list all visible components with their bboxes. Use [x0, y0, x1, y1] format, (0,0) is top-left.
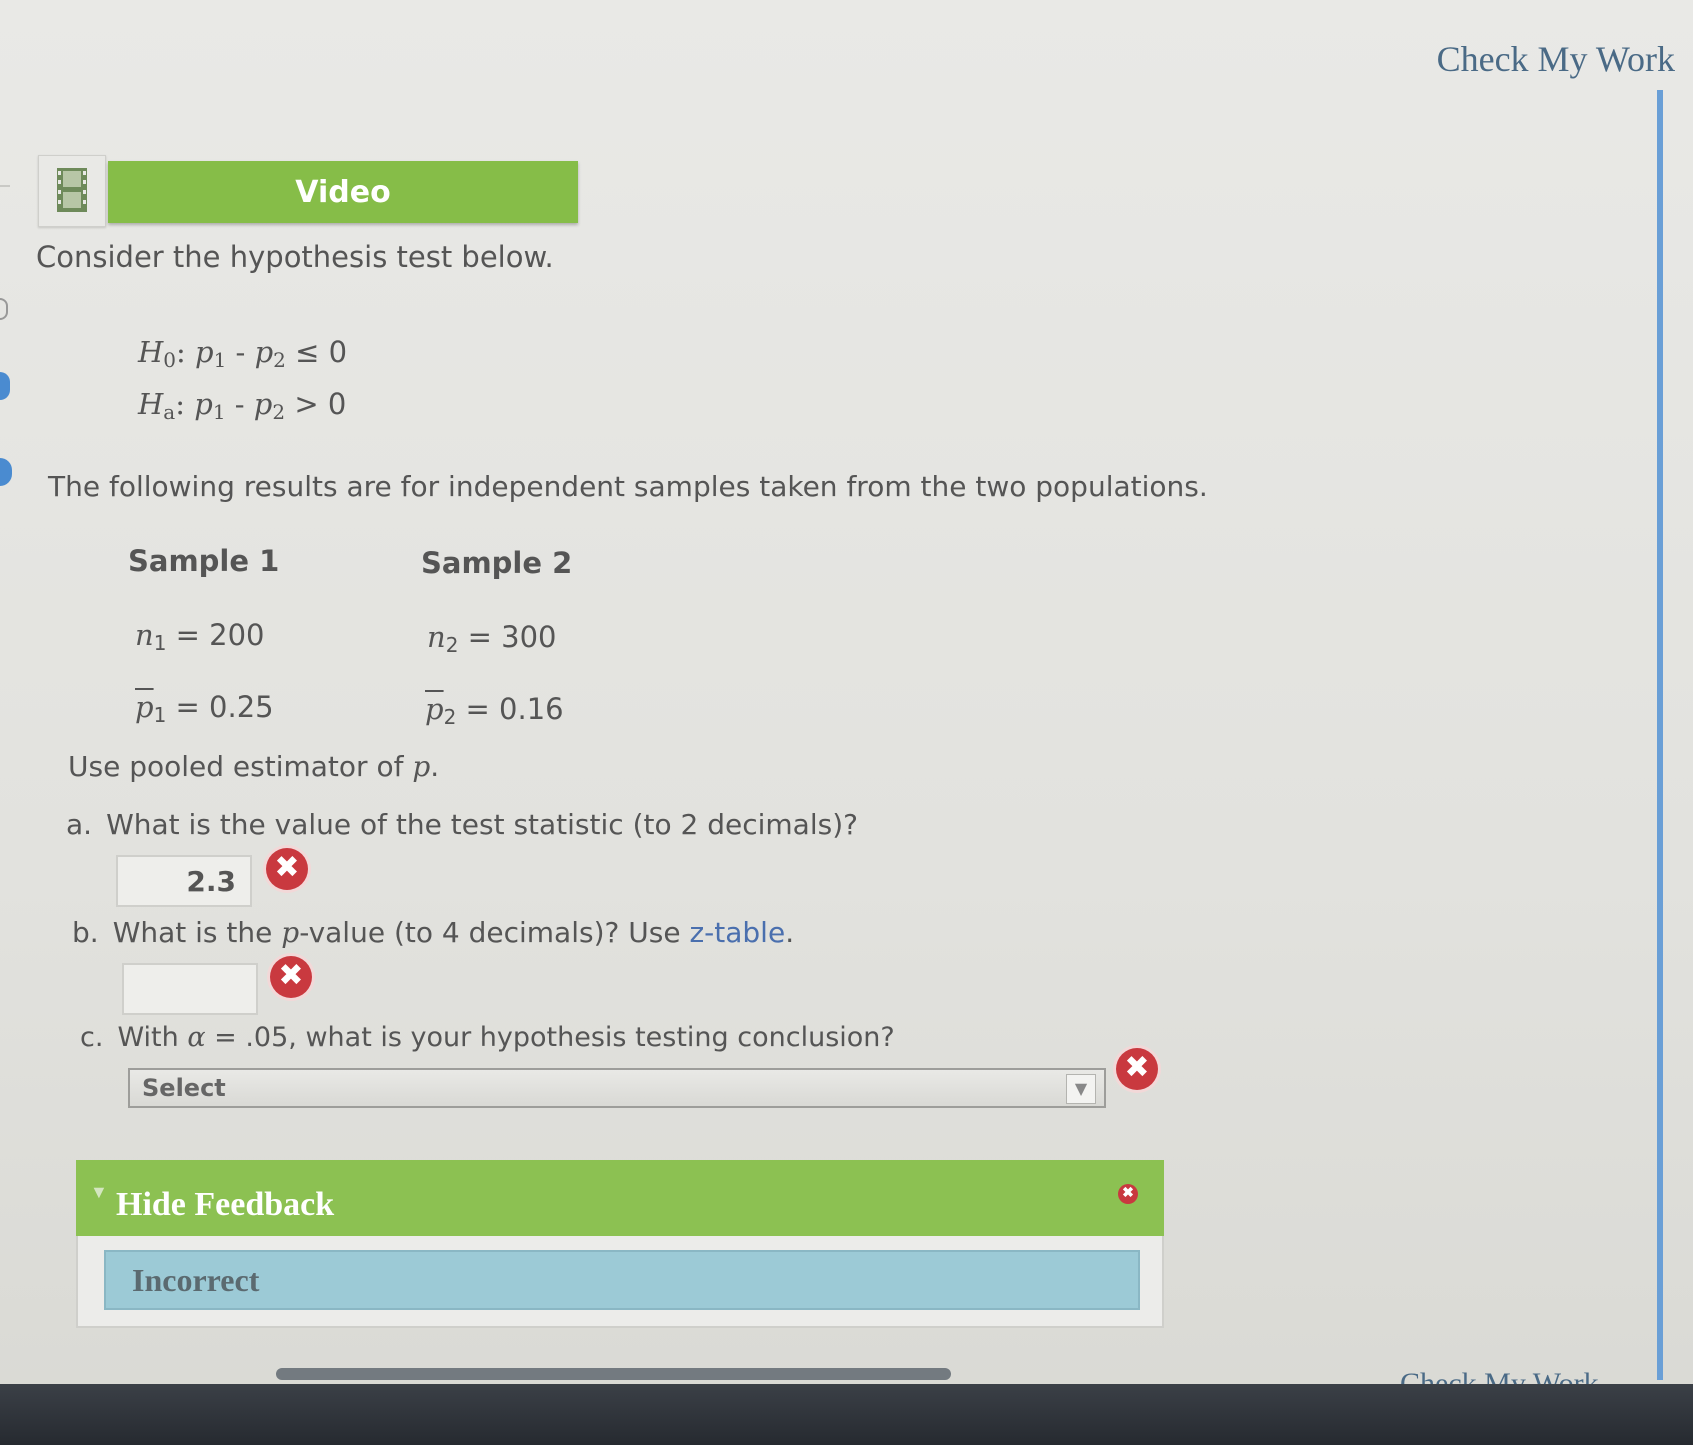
- incorrect-icon-a: ✖: [266, 848, 308, 890]
- hide-feedback-label: Hide Feedback: [116, 1186, 335, 1223]
- horizontal-scrollbar[interactable]: [276, 1368, 951, 1380]
- pbar2-value: = 0.16: [456, 692, 564, 726]
- question-a: a. What is the value of the test statisti…: [66, 808, 858, 841]
- pooled-instruction: Use pooled estimator of p.: [68, 750, 439, 783]
- pbar1-letter: p: [135, 690, 154, 724]
- results-text: The following results are for independen…: [48, 470, 1208, 503]
- feedback-body: Incorrect: [76, 1236, 1164, 1328]
- question-a-label: a.: [66, 808, 93, 841]
- screen-bezel: [0, 1384, 1693, 1445]
- ha-sub: a: [163, 400, 176, 424]
- question-b-p: p: [281, 916, 300, 949]
- sample1-pbar: p1 = 0.25: [135, 690, 274, 727]
- n1-value: = 200: [166, 618, 265, 652]
- h0-sub: 0: [163, 348, 177, 372]
- pbar2-letter: p: [425, 692, 444, 726]
- h0-p1-sub: 1: [213, 348, 227, 372]
- pbar1-sub: 1: [153, 703, 167, 727]
- feedback-result: Incorrect: [104, 1250, 1140, 1310]
- h0-p1: p: [195, 335, 214, 369]
- ha-relation: > 0: [285, 387, 347, 421]
- h0-minus: -: [226, 335, 255, 369]
- p-value-input[interactable]: [122, 963, 258, 1015]
- n1-sub: 1: [153, 631, 167, 655]
- collapse-triangle-icon: ▼: [90, 1182, 108, 1202]
- hide-feedback-toggle[interactable]: ▼ Hide Feedback ✖: [76, 1160, 1164, 1236]
- sample2-n: n2 = 300: [427, 620, 557, 657]
- sample2-title: Sample 2: [421, 546, 573, 580]
- ha-p1: p: [194, 387, 213, 421]
- video-bar[interactable]: Video: [38, 155, 580, 227]
- pbar2-sub: 2: [443, 705, 457, 729]
- conclusion-select[interactable]: Select ▼: [128, 1068, 1106, 1108]
- incorrect-icon-b: ✖: [270, 956, 312, 998]
- z-table-link[interactable]: z-table: [689, 916, 785, 949]
- pbar1-value: = 0.25: [166, 690, 274, 724]
- sample1-title: Sample 1: [128, 544, 280, 578]
- question-c-label: c.: [80, 1022, 104, 1053]
- ha-minus: -: [225, 387, 254, 421]
- sample1-n: n1 = 200: [135, 618, 265, 655]
- pooled-p: p: [412, 750, 431, 783]
- incorrect-icon-c: ✖: [1116, 1048, 1158, 1090]
- h0-H: H: [138, 335, 164, 369]
- ha-colon: :: [175, 387, 186, 421]
- question-b-label: b.: [72, 916, 99, 949]
- film-icon: [57, 168, 87, 212]
- n2-value: = 300: [458, 620, 557, 654]
- ha-p1-sub: 1: [212, 400, 226, 424]
- video-button[interactable]: Video: [108, 161, 578, 223]
- film-icon-box[interactable]: [38, 155, 106, 227]
- n2-letter: n: [427, 620, 446, 654]
- pooled-prefix: Use pooled estimator of: [68, 750, 413, 783]
- right-scroll-rule: [1657, 90, 1663, 1380]
- pooled-suffix: .: [430, 750, 440, 783]
- question-b-mid: -value (to 4 decimals)? Use: [299, 916, 690, 949]
- dropdown-arrow-icon[interactable]: ▼: [1066, 1074, 1096, 1104]
- check-my-work-bottom[interactable]: Check My Work: [1400, 1362, 1599, 1384]
- null-hypothesis: H0: p1 - p2 ≤ 0: [138, 335, 347, 372]
- sample2-pbar: p2 = 0.16: [425, 692, 564, 729]
- alternative-hypothesis: Ha: p1 - p2 > 0: [138, 387, 346, 424]
- ha-p2: p: [253, 387, 273, 421]
- ha-H: H: [138, 387, 164, 421]
- feedback-panel: ▼ Hide Feedback ✖ Incorrect: [76, 1160, 1164, 1328]
- n1-letter: n: [135, 618, 154, 652]
- question-b-pre: What is the: [112, 916, 282, 949]
- conclusion-select-value: Select: [142, 1074, 226, 1102]
- h0-p2-sub: 2: [273, 348, 286, 372]
- ha-p2-sub: 2: [272, 400, 286, 424]
- question-b-post: .: [785, 916, 795, 949]
- n2-sub: 2: [445, 633, 459, 657]
- question-c: c. With α = .05, what is your hypothesis …: [80, 1022, 895, 1053]
- question-b: b. What is the p-value (to 4 decimals)? U…: [72, 916, 794, 949]
- alpha-symbol: α: [187, 1022, 206, 1053]
- question-a-text: What is the value of the test statistic …: [106, 808, 858, 841]
- check-my-work-top[interactable]: Check My Work: [1437, 38, 1675, 80]
- h0-relation: ≤ 0: [285, 335, 348, 369]
- test-statistic-input[interactable]: 2.3: [116, 855, 252, 907]
- question-c-pre: With: [117, 1022, 188, 1053]
- feedback-close-icon[interactable]: ✖: [1118, 1184, 1138, 1204]
- h0-p2: p: [254, 335, 274, 369]
- question-c-post: = .05, what is your hypothesis testing c…: [205, 1022, 895, 1053]
- h0-colon: :: [176, 335, 186, 369]
- intro-text: Consider the hypothesis test below.: [36, 240, 554, 274]
